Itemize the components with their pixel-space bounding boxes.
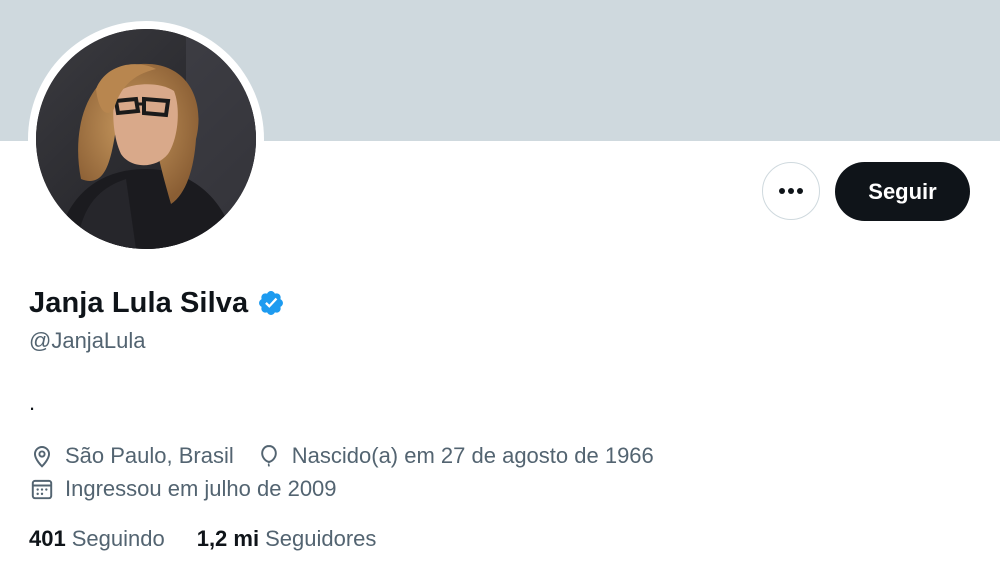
following-count: 401: [29, 526, 66, 551]
calendar-icon: [29, 476, 55, 502]
followers-link[interactable]: 1,2 mi Seguidores: [197, 526, 377, 552]
following-link[interactable]: 401 Seguindo: [29, 526, 165, 552]
follow-button[interactable]: Seguir: [835, 162, 970, 221]
more-dots-icon: [779, 188, 803, 194]
verified-badge-icon[interactable]: [257, 289, 285, 317]
profile-meta-row-1: São Paulo, Brasil Nascido(a) em 27 de ag…: [29, 441, 676, 471]
display-name: Janja Lula Silva: [29, 286, 249, 319]
location-item: São Paulo, Brasil: [29, 443, 234, 469]
name-row: Janja Lula Silva: [29, 283, 285, 323]
joined-text: Ingressou em julho de 2009: [65, 476, 337, 501]
user-handle: @JanjaLula: [29, 328, 146, 353]
location-pin-icon: [29, 443, 55, 469]
balloon-icon: [256, 443, 282, 469]
following-label: Seguindo: [71, 526, 165, 551]
birth-item: Nascido(a) em 27 de agosto de 1966: [256, 443, 654, 469]
followers-label: Seguidores: [265, 526, 377, 551]
followers-count: 1,2 mi: [196, 526, 260, 551]
more-options-button[interactable]: [762, 162, 820, 220]
joined-item: Ingressou em julho de 2009: [29, 476, 337, 502]
avatar[interactable]: [36, 29, 256, 249]
bio-text: .: [29, 390, 36, 415]
birth-text: Nascido(a) em 27 de agosto de 1966: [291, 443, 654, 468]
location-text: São Paulo, Brasil: [65, 443, 234, 468]
profile-meta-row-2: Ingressou em julho de 2009: [29, 474, 359, 504]
avatar-photo: [36, 29, 256, 249]
profile-stats: 401 Seguindo 1,2 mi Seguidores: [29, 524, 408, 554]
